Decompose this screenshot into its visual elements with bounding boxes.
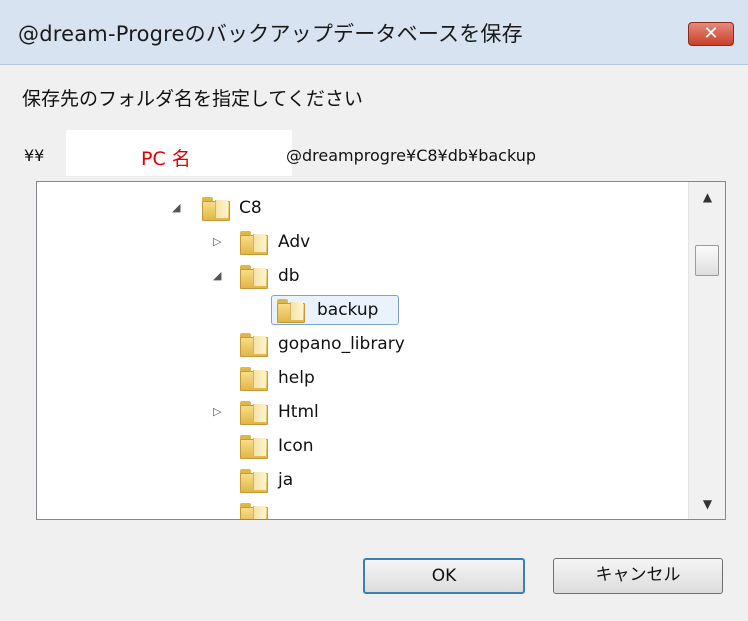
scroll-down-arrow-icon[interactable]: ▼ bbox=[689, 489, 725, 519]
ok-button[interactable]: OK bbox=[363, 558, 525, 594]
folder-prompt: 保存先のフォルダ名を指定してください bbox=[22, 88, 363, 110]
tree-item-help[interactable]: help bbox=[37, 361, 677, 395]
tree-item-label: C8 bbox=[239, 198, 262, 218]
folder-icon bbox=[240, 367, 268, 391]
tree-item-label: backup bbox=[317, 300, 379, 320]
expand-arrow-icon[interactable]: ▷ bbox=[213, 236, 225, 248]
folder-icon bbox=[202, 197, 230, 221]
folder-icon bbox=[240, 401, 268, 425]
tree-item-c8[interactable]: ◢ C8 bbox=[37, 191, 677, 225]
pc-name-mask: PC 名 bbox=[66, 130, 292, 176]
window-title: @dream-Progreのバックアップデータベースを保存 bbox=[18, 22, 523, 46]
title-bar: @dream-Progreのバックアップデータベースを保存 ✕ bbox=[0, 0, 748, 65]
tree-item-backup[interactable]: backup bbox=[37, 293, 677, 327]
folder-icon bbox=[240, 333, 268, 357]
folder-tree[interactable]: ◢ C8 ▷ Adv ◢ db backup gopano_library he… bbox=[36, 181, 726, 520]
tree-item-ja[interactable]: ja bbox=[37, 463, 677, 497]
tree-item-gopano-library[interactable]: gopano_library bbox=[37, 327, 677, 361]
expand-arrow-icon[interactable]: ▷ bbox=[213, 406, 225, 418]
collapse-arrow-icon[interactable]: ◢ bbox=[213, 270, 225, 282]
tree-item-label: db bbox=[278, 266, 300, 286]
scroll-up-arrow-icon[interactable]: ▲ bbox=[689, 182, 725, 212]
tree-item-label: Html bbox=[278, 402, 319, 422]
tree-item-label: gopano_library bbox=[278, 334, 405, 354]
folder-icon bbox=[240, 265, 268, 289]
selected-path: ¥¥ PC 名 @dreamprogre¥C8¥db¥backup bbox=[24, 130, 744, 176]
scrollbar-thumb[interactable] bbox=[695, 245, 719, 276]
tree-item-label: Adv bbox=[278, 232, 311, 252]
tree-item-adv[interactable]: ▷ Adv bbox=[37, 225, 677, 259]
folder-icon bbox=[240, 435, 268, 459]
pc-name-label: PC 名 bbox=[141, 148, 191, 170]
folder-icon bbox=[240, 503, 268, 519]
folder-icon bbox=[240, 231, 268, 255]
folder-icon bbox=[240, 469, 268, 493]
tree-item-icon[interactable]: Icon bbox=[37, 429, 677, 463]
path-rest: @dreamprogre¥C8¥db¥backup bbox=[286, 146, 537, 165]
tree-item-label: ja bbox=[278, 470, 294, 490]
tree-item-label: help bbox=[278, 368, 315, 388]
path-prefix: ¥¥ bbox=[24, 146, 45, 165]
tree-item-html[interactable]: ▷ Html bbox=[37, 395, 677, 429]
close-icon: ✕ bbox=[703, 23, 719, 44]
collapse-arrow-icon[interactable]: ◢ bbox=[172, 202, 184, 214]
cancel-button[interactable]: キャンセル bbox=[553, 558, 723, 594]
tree-item-partial bbox=[37, 497, 677, 519]
tree-item-db[interactable]: ◢ db bbox=[37, 259, 677, 293]
tree-item-label: Icon bbox=[278, 436, 314, 456]
folder-icon bbox=[277, 299, 305, 323]
vertical-scrollbar[interactable]: ▲ ▼ bbox=[688, 182, 725, 519]
close-button[interactable]: ✕ bbox=[688, 22, 734, 46]
